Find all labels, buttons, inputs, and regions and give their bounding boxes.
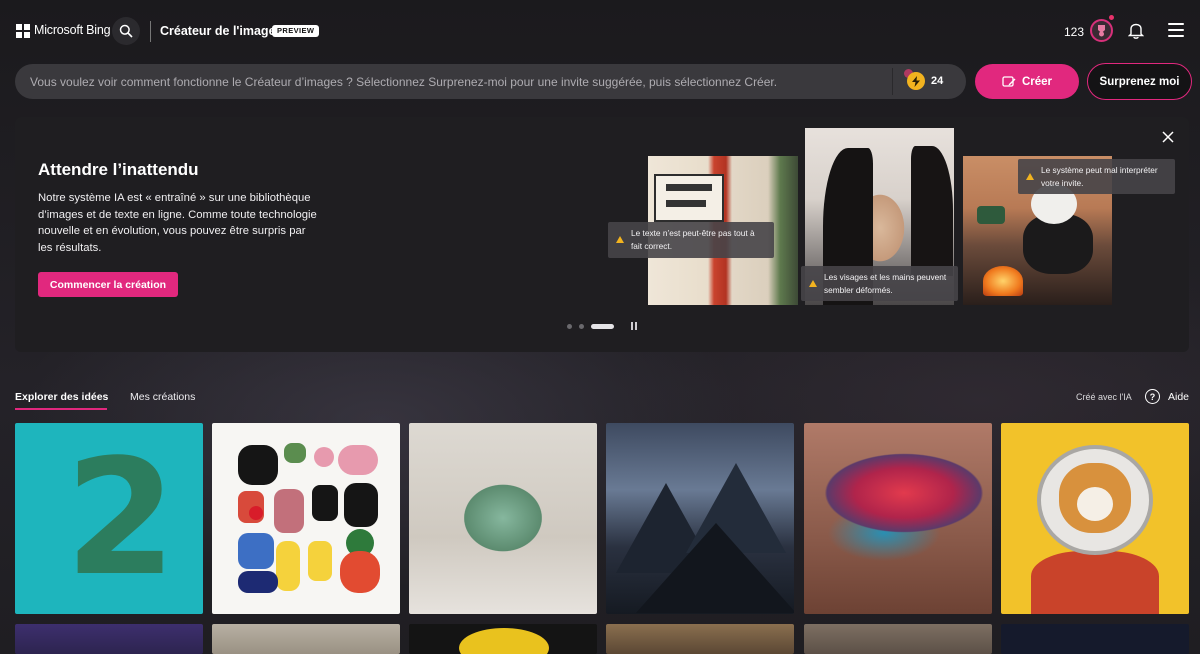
note-text-2: Les visages et les mains peuvent sembler…	[824, 272, 947, 295]
image-edit-icon	[1002, 76, 1016, 87]
question-circle-icon[interactable]: ?	[1145, 389, 1160, 404]
hamburger-menu-icon[interactable]	[1168, 23, 1184, 37]
create-label: Créer	[1021, 75, 1053, 88]
header-divider	[150, 21, 151, 42]
microsoft-logo-icon[interactable]	[16, 24, 30, 38]
gallery-image-number-two[interactable]: 2	[15, 423, 203, 614]
banner-text: Notre système IA est « entraîné » sur un…	[38, 192, 317, 254]
gallery-image[interactable]	[804, 624, 992, 654]
gallery-image-mountain-castle[interactable]	[606, 423, 794, 614]
info-banner: Attendre l’inattendu Notre système IA es…	[15, 117, 1189, 352]
carousel-dot[interactable]	[567, 324, 572, 329]
help-link[interactable]: Aide	[1168, 391, 1189, 403]
gallery-image-lemon[interactable]	[409, 624, 597, 654]
prompt-bar: 24	[15, 64, 966, 99]
boost-divider	[892, 68, 893, 95]
search-icon	[119, 24, 133, 38]
bell-icon[interactable]	[1127, 22, 1145, 40]
boosts-count: 24	[931, 75, 944, 87]
sign-illustration	[654, 174, 724, 222]
note-text-3: Le système peut mal interpréter votre in…	[1041, 165, 1158, 188]
warning-note-text: Le texte n’est peut-être pas tout à fait…	[608, 222, 774, 258]
pause-icon[interactable]	[631, 322, 637, 330]
carousel-dot[interactable]	[579, 324, 584, 329]
gallery-image-eye-makeup[interactable]	[804, 423, 992, 614]
preview-badge: PREVIEW	[272, 25, 320, 37]
gallery-image[interactable]	[606, 624, 794, 654]
prompt-input[interactable]	[30, 64, 890, 99]
start-creating-button[interactable]: Commencer la création	[38, 272, 178, 297]
rewards-count[interactable]: 123	[1064, 25, 1084, 39]
rewards-medal-icon[interactable]	[1090, 19, 1113, 42]
top-header: Microsoft Bing Créateur de l'image PREVI…	[0, 0, 1200, 62]
gallery-image-astronaut-dog[interactable]	[1001, 423, 1189, 614]
product-title[interactable]: Créateur de l'image	[160, 24, 276, 38]
gallery-image[interactable]	[1001, 624, 1189, 654]
boosts-counter[interactable]: 24	[904, 69, 944, 90]
gallery-image-succulent-bouquet[interactable]	[409, 423, 597, 614]
warning-icon	[616, 236, 624, 243]
lightning-bolt-icon	[904, 69, 925, 90]
surprise-me-button[interactable]: Surprenez moi	[1087, 63, 1192, 100]
notification-dot	[1109, 15, 1114, 20]
warning-icon	[809, 279, 817, 287]
close-icon[interactable]	[1161, 130, 1175, 144]
tab-my-creations[interactable]: Mes créations	[130, 391, 195, 403]
ai-made-label: Créé avec l'IA	[1076, 392, 1132, 402]
warning-note-prompt: Le système peut mal interpréter votre in…	[1018, 159, 1175, 194]
brand-name[interactable]: Microsoft Bing	[34, 23, 111, 37]
gallery-image-abstract-shapes[interactable]	[212, 423, 400, 614]
gallery-image[interactable]	[212, 624, 400, 654]
active-tab-indicator	[15, 408, 107, 410]
search-button[interactable]	[112, 17, 140, 45]
carousel-indicators	[567, 324, 614, 329]
banner-title: Attendre l’inattendu	[38, 160, 199, 179]
warning-note-faces: Les visages et les mains peuvent sembler…	[801, 266, 958, 301]
carousel-dot-active[interactable]	[591, 324, 614, 329]
note-text-1: Le texte n’est peut-être pas tout à fait…	[631, 228, 755, 251]
warning-icon	[1026, 172, 1034, 180]
create-button[interactable]: Créer	[975, 64, 1079, 99]
tab-explore-ideas[interactable]: Explorer des idées	[15, 391, 108, 403]
gallery-image[interactable]	[15, 624, 203, 654]
